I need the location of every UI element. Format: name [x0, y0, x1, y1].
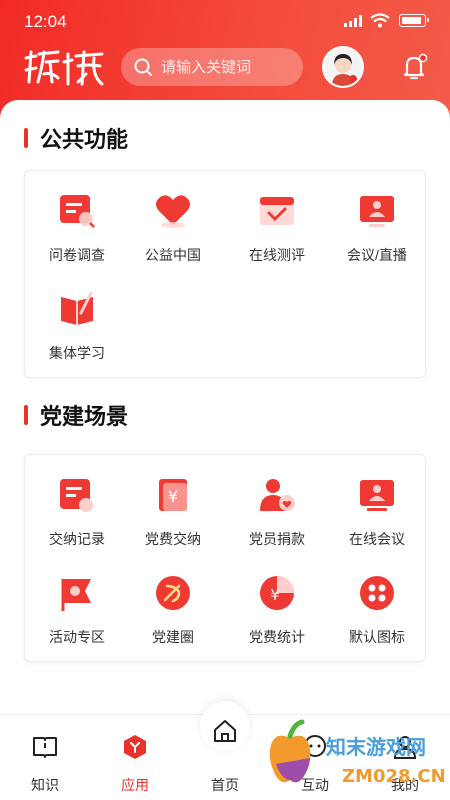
calendar-check-icon — [260, 197, 294, 225]
battery-icon — [399, 14, 429, 27]
section-title-party: 党建场景 — [24, 401, 129, 430]
grid-item-questionnaire[interactable]: 问卷调查 — [25, 171, 125, 263]
grid-item-activity-zone[interactable]: 活动专区 — [25, 553, 125, 645]
tab-label: 知识 — [31, 777, 59, 793]
member-heart-icon — [260, 479, 295, 511]
grid-item-dues-payment[interactable]: ¥ 党费交纳 — [121, 455, 221, 547]
flag-icon — [61, 579, 91, 611]
search-bar[interactable] — [121, 48, 303, 86]
search-input[interactable] — [161, 56, 291, 78]
grid-item-label: 活动专区 — [49, 629, 105, 645]
grid-item-member-donation[interactable]: 党员捐款 — [225, 455, 325, 547]
svg-text:¥: ¥ — [168, 487, 178, 506]
grid-item-dues-statistics[interactable]: ¥ 党费统计 — [225, 553, 325, 645]
status-time: 12:04 — [24, 12, 67, 31]
svg-text:¥: ¥ — [270, 586, 280, 604]
screen-person-icon — [360, 196, 394, 227]
record-icon — [60, 479, 93, 512]
qizhi-logo — [24, 50, 104, 86]
grid-item-group-study[interactable]: 集体学习 — [25, 269, 125, 361]
section-title-text: 公共功能 — [40, 127, 129, 153]
heart-icon — [156, 195, 190, 228]
grid-item-label: 党员捐款 — [249, 531, 305, 547]
tab-knowledge[interactable]: 知识 — [0, 715, 90, 800]
grid-item-meeting-live[interactable]: 会议/直播 — [325, 171, 425, 263]
section-title-public: 公共功能 — [24, 124, 129, 153]
wifi-icon — [370, 13, 390, 28]
bell-icon[interactable] — [399, 52, 429, 82]
watermark-logo: 知末游戏网 ZM028.CN — [269, 719, 446, 787]
grid-item-label: 集体学习 — [49, 345, 105, 361]
yuan-pie-icon: ¥ — [260, 576, 294, 610]
grid-item-label: 会议/直播 — [347, 247, 407, 263]
grid-item-label: 党费交纳 — [145, 531, 201, 547]
grid-item-assessment[interactable]: 在线测评 — [225, 171, 325, 263]
grid-item-label: 党建圈 — [152, 629, 194, 645]
grid-item-payment-record[interactable]: 交纳记录 — [25, 455, 125, 547]
questionnaire-icon — [60, 195, 95, 228]
signal-icon — [344, 15, 362, 27]
grid-item-label: 公益中国 — [145, 247, 201, 263]
grid-item-label: 问卷调查 — [49, 247, 105, 263]
grid-item-charity[interactable]: 公益中国 — [121, 171, 221, 263]
party-circle-icon — [156, 576, 190, 610]
home-icon — [214, 720, 236, 742]
grid-item-label: 在线测评 — [249, 247, 305, 263]
avatar[interactable] — [322, 46, 364, 88]
tab-apps[interactable]: 应用 — [90, 715, 180, 800]
monitor-person-icon — [360, 480, 394, 511]
four-dots-icon — [360, 576, 394, 610]
yuan-doc-icon: ¥ — [159, 479, 187, 511]
panel-party: 交纳记录 ¥ 党费交纳 党员捐款 在线会议 活动专区 党建圈 ¥ 党费统计 默认… — [24, 454, 426, 662]
watermark-brand: 知末游戏网 — [326, 735, 426, 759]
search-icon — [134, 58, 152, 76]
grid-item-label: 党费统计 — [249, 629, 305, 645]
watermark-site: ZM028.CN — [342, 766, 446, 787]
book-pen-icon — [61, 291, 93, 325]
tab-label: 应用 — [121, 777, 149, 793]
apps-icon — [124, 735, 146, 759]
user-portrait-icon — [324, 48, 362, 86]
grid-item-label: 默认图标 — [349, 629, 405, 645]
grid-item-label: 在线会议 — [349, 531, 405, 547]
grid-item-default[interactable]: 默认图标 — [325, 553, 425, 645]
book-icon — [33, 737, 57, 758]
grid-item-online-meeting[interactable]: 在线会议 — [325, 455, 425, 547]
panel-public: 问卷调查 公益中国 在线测评 会议/直播 集体学习 — [24, 170, 426, 378]
status-bar: 12:04 — [0, 0, 450, 42]
section-title-text: 党建场景 — [40, 404, 129, 430]
grid-item-label: 交纳记录 — [49, 531, 105, 547]
grid-item-party-circle[interactable]: 党建圈 — [121, 553, 221, 645]
